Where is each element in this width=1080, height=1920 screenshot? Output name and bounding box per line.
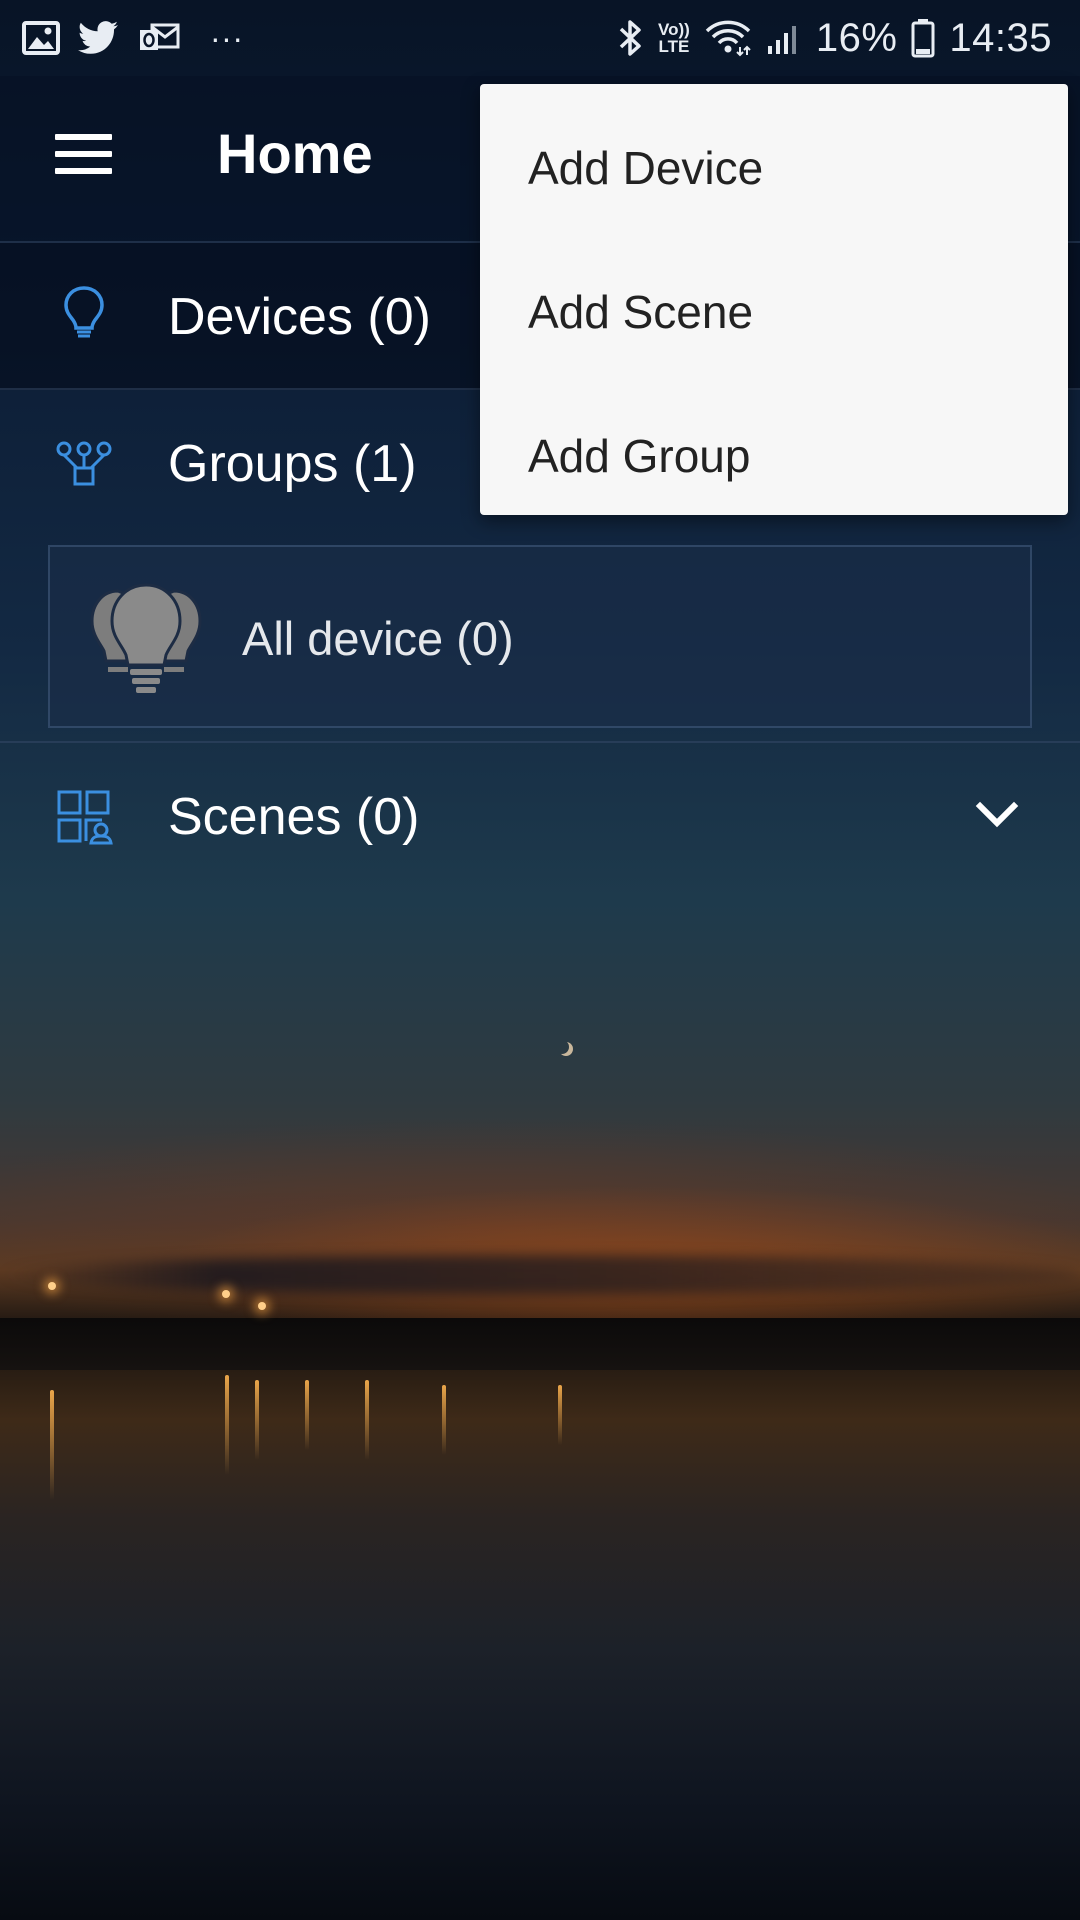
background-light — [222, 1290, 230, 1298]
background-clouds — [0, 1255, 1080, 1295]
battery-icon — [911, 18, 935, 58]
menu-item-add-scene[interactable]: Add Scene — [480, 240, 1068, 384]
devices-label: Devices (0) — [168, 288, 431, 346]
clock: 14:35 — [949, 15, 1052, 60]
menu-item-add-group[interactable]: Add Group — [480, 384, 1068, 528]
menu-item-label: Add Group — [528, 430, 751, 482]
more-notifications-icon: ··· — [210, 19, 244, 56]
scenes-section-header[interactable]: Scenes (0) — [0, 745, 1080, 890]
group-bulbs-icon — [84, 583, 208, 700]
volte-label-bottom: LTE — [658, 37, 690, 56]
background-reflection — [442, 1385, 446, 1455]
wifi-icon — [704, 19, 752, 57]
menu-item-label: Add Scene — [528, 286, 754, 338]
outlook-icon — [138, 21, 180, 55]
background-moon — [555, 1040, 569, 1054]
section-divider — [0, 741, 1080, 743]
background-reflection — [305, 1380, 309, 1450]
add-popup-menu: Add Device Add Scene Add Group — [480, 84, 1068, 515]
background-reflection — [558, 1385, 562, 1445]
twitter-icon — [78, 21, 120, 55]
scenes-icon — [56, 789, 118, 850]
scenes-label: Scenes (0) — [168, 788, 420, 846]
battery-percent: 16% — [815, 15, 898, 60]
chevron-down-icon[interactable] — [975, 800, 1019, 830]
background-reflection — [255, 1380, 259, 1460]
bulb-outline-icon — [62, 285, 106, 346]
menu-item-label: Add Device — [528, 142, 764, 194]
groups-label: Groups (1) — [168, 435, 417, 493]
background-reflection — [365, 1380, 369, 1460]
background-light — [258, 1302, 266, 1310]
status-bar: ··· Vo)) LTE 16% 14:35 — [0, 0, 1080, 76]
gallery-icon — [22, 21, 60, 55]
groups-icon — [55, 440, 113, 493]
hamburger-icon[interactable] — [55, 134, 112, 174]
volte-icon: Vo)) LTE — [658, 21, 690, 55]
page-title: Home — [217, 122, 373, 185]
group-list-item[interactable]: All device (0) — [48, 545, 1032, 728]
volte-label-top: Vo)) — [658, 20, 690, 39]
background-shoreline — [0, 1318, 1080, 1370]
background-reflection — [225, 1375, 229, 1475]
background-reflection — [50, 1390, 54, 1500]
group-item-label: All device (0) — [242, 612, 514, 665]
menu-item-add-device[interactable]: Add Device — [480, 96, 1068, 240]
cell-signal-icon — [766, 20, 802, 56]
bluetooth-icon — [618, 18, 644, 58]
background-light — [48, 1282, 56, 1290]
